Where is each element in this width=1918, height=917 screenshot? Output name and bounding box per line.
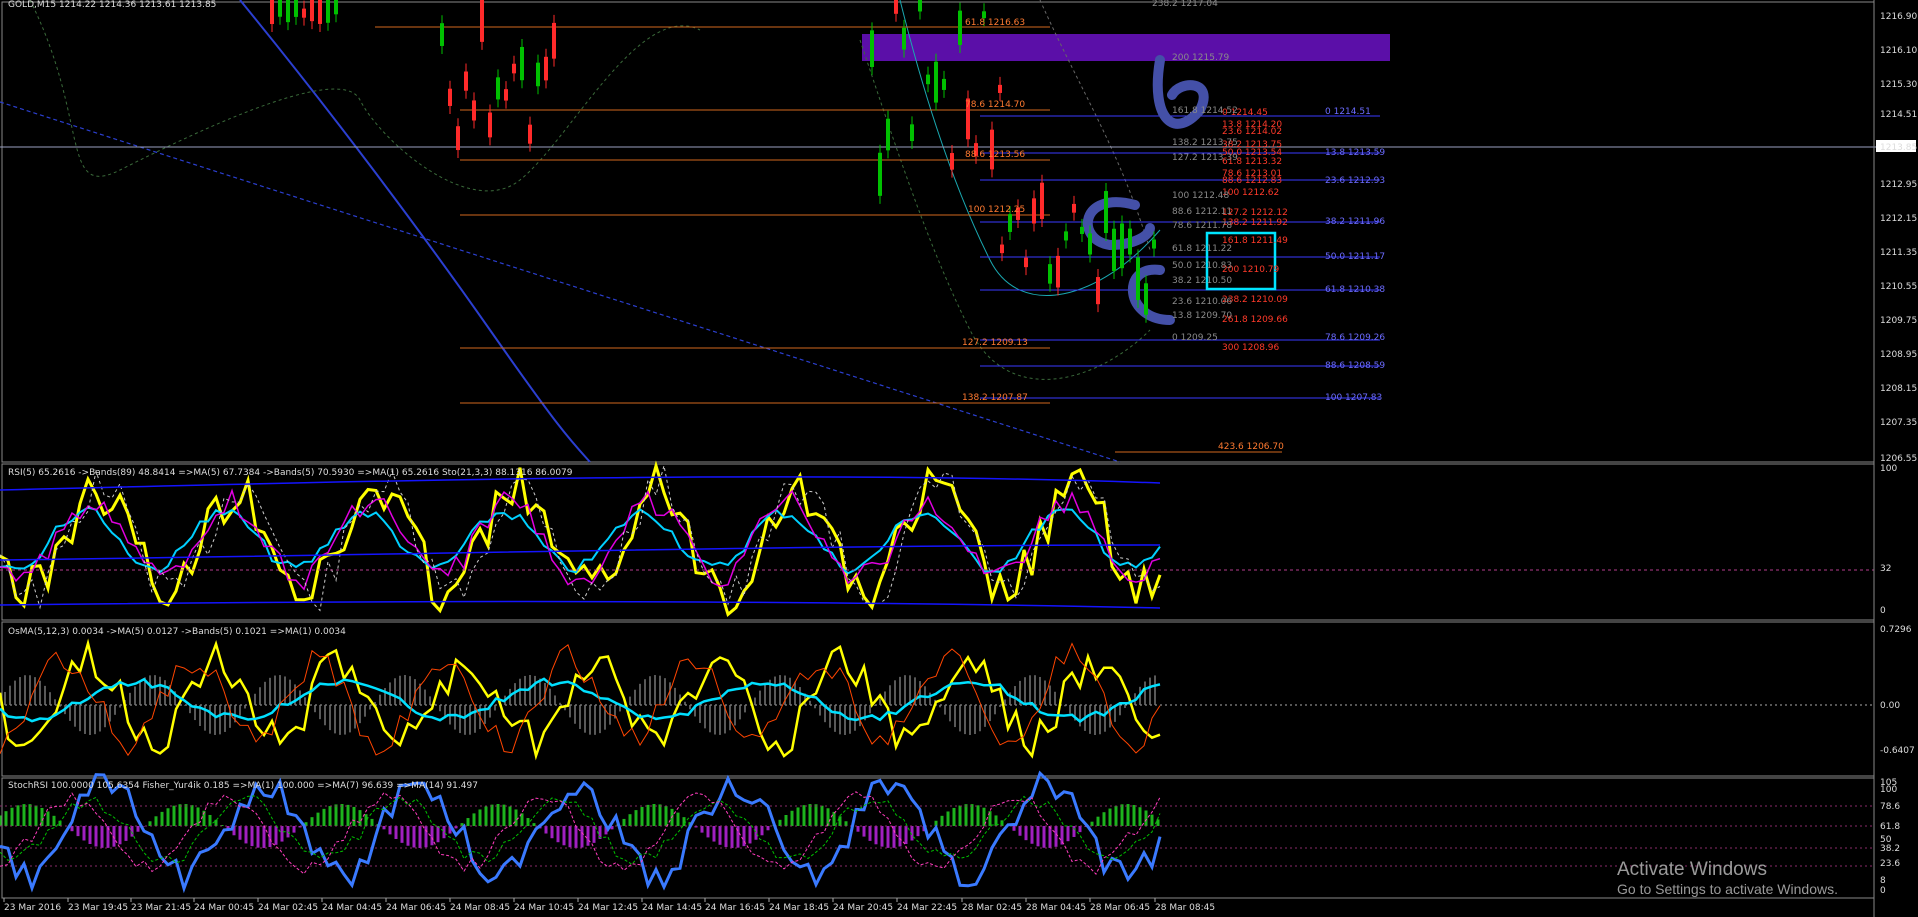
red-fib-label: 100 1212.62	[1222, 188, 1279, 198]
gray-fib-label: 38.2 1210.50	[1172, 276, 1232, 286]
price-tick-label: 1212.15	[1880, 214, 1917, 224]
time-tick-label: 24 Mar 14:45	[642, 903, 702, 913]
fisher-title: StochRSI 100.0000 105.6354 Fisher_Yur4ik…	[8, 781, 478, 791]
blue-fib-label: 61.8 1210.38	[1325, 285, 1385, 295]
time-tick-label: 24 Mar 16:45	[705, 903, 765, 913]
blue-fib-label: 50.0 1211.17	[1325, 252, 1385, 262]
time-tick-label: 24 Mar 08:45	[450, 903, 510, 913]
rsi-lines	[0, 460, 1874, 618]
rsi-title: RSI(5) 65.2616 ->Bands(89) 48.8414 =>MA(…	[8, 468, 573, 478]
fib-labels: 61.8 1216.63 78.6 1214.70 88.6 1213.56 100 …	[962, 0, 1385, 452]
price-tick-label: 1213.85	[1880, 143, 1917, 153]
osma-axis-label: 0.7296	[1880, 625, 1912, 635]
orange-fib-label: 423.6 1206.70	[1218, 442, 1284, 452]
price-tick-label: 1216.90	[1880, 12, 1917, 22]
fisher-axis-label: 100	[1880, 785, 1897, 795]
time-axis: 23 Mar 2016 23 Mar 19:45 23 Mar 21:45 24 Ma…	[3, 898, 1215, 913]
annotation-letter-a	[1082, 197, 1155, 251]
time-tick-label: 24 Mar 12:45	[578, 903, 638, 913]
price-tick-label: 1208.15	[1880, 384, 1917, 394]
fisher-axis-label: 38.2	[1880, 844, 1900, 854]
envelope-upper	[29, 0, 701, 192]
orange-fib-label: 78.6 1214.70	[965, 100, 1025, 110]
price-tick-label: 1215.30	[1880, 80, 1917, 90]
orange-fib-label: 61.8 1216.63	[965, 18, 1025, 28]
gray-fib-label: 100 1212.48	[1172, 191, 1230, 201]
fisher-axis-label: 8	[1880, 876, 1886, 886]
rsi-axis-label: 100	[1880, 464, 1897, 474]
price-tick-label: 1208.95	[1880, 350, 1917, 360]
blue-fib-label: 13.8 1213.59	[1325, 148, 1385, 158]
gray-fib-label: 200 1215.79	[1172, 53, 1230, 63]
blue-fib-label: 78.6 1209.26	[1325, 333, 1385, 343]
red-fib-label: 23.6 1214.02	[1222, 127, 1282, 137]
osma-lines	[0, 638, 1874, 761]
price-tick-label: 1211.35	[1880, 248, 1917, 258]
time-tick-label: 23 Mar 19:45	[68, 903, 128, 913]
osma-panel	[1, 621, 1875, 777]
price-tick-label: 1206.55	[1880, 454, 1917, 464]
price-tick-label: 1207.35	[1880, 418, 1917, 428]
oscillator-axes: 1003200.72960.00-0.640710510078.661.8503…	[1880, 464, 1915, 896]
orange-fib-label: 127.2 1209.13	[962, 338, 1028, 348]
price-tick-label: 1209.75	[1880, 316, 1917, 326]
gray-fib-label: 13.8 1209.70	[1172, 311, 1232, 321]
price-tick-label: 1210.55	[1880, 282, 1917, 292]
symbol-header: GOLD,M15 1214.22 1214.36 1213.61 1213.85	[8, 0, 216, 10]
osma-title: OsMA(5,12,3) 0.0034 ->MA(5) 0.0127 ->Ban…	[8, 627, 346, 637]
time-tick-label: 24 Mar 20:45	[833, 903, 893, 913]
time-tick-label: 23 Mar 21:45	[131, 903, 191, 913]
blue-fib-label: 0 1214.51	[1325, 107, 1371, 117]
osma-axis-label: -0.6407	[1880, 746, 1915, 756]
time-tick-label: 24 Mar 10:45	[514, 903, 574, 913]
gray-fib-label: 88.6 1212.11	[1172, 207, 1232, 217]
rsi-axis-label: 0	[1880, 606, 1886, 616]
time-tick-label: 28 Mar 04:45	[1026, 903, 1086, 913]
fisher-axis-label: 78.6	[1880, 802, 1900, 812]
price-tick-label: 1214.51	[1880, 110, 1917, 120]
fisher-axis-label: 23.6	[1880, 859, 1900, 869]
trading-chart[interactable]: 61.8 1216.63 78.6 1214.70 88.6 1213.56 100 …	[0, 0, 1918, 917]
gray-fib-label: 23.6 1210.06	[1172, 297, 1232, 307]
time-tick-label: 24 Mar 22:45	[897, 903, 957, 913]
blue-fib-label: 23.6 1212.93	[1325, 176, 1385, 186]
time-tick-label: 24 Mar 02:45	[258, 903, 318, 913]
time-tick-label: 28 Mar 08:45	[1155, 903, 1215, 913]
blue-fib-label: 100 1207.83	[1325, 393, 1382, 403]
gray-fib-label: 138.2 1213.75	[1172, 138, 1238, 148]
orange-fib-label: 100 1212.25	[968, 205, 1025, 215]
orange-fib-label: 88.6 1213.56	[965, 150, 1025, 160]
gray-fib-label: 161.8 1214.52	[1172, 106, 1238, 116]
osma-axis-label: 0.00	[1880, 701, 1900, 711]
gray-fib-label: 78.6 1211.78	[1172, 221, 1232, 231]
time-tick-label: 23 Mar 2016	[4, 903, 61, 913]
rsi-axis-label: 32	[1880, 564, 1891, 574]
red-fib-label: 300 1208.96	[1222, 343, 1280, 353]
fisher-axis-label: 61.8	[1880, 822, 1900, 832]
gray-fib-label: 0 1209.25	[1172, 333, 1218, 343]
time-tick-label: 24 Mar 00:45	[194, 903, 254, 913]
time-tick-label: 24 Mar 18:45	[769, 903, 829, 913]
red-fib-label: 88.6 1212.83	[1222, 176, 1282, 186]
windows-activation-watermark: Activate Windows Go to Settings to activ…	[1617, 859, 1838, 897]
price-tick-label: 1212.95	[1880, 180, 1917, 190]
gray-fib-label: 127.2 1213.39	[1172, 153, 1238, 163]
time-tick-label: 28 Mar 02:45	[962, 903, 1022, 913]
gray-fib-label: 238.2 1217.04	[1152, 0, 1218, 9]
gray-fib-label: 61.8 1211.22	[1172, 244, 1232, 254]
time-tick-label: 24 Mar 04:45	[322, 903, 382, 913]
resistance-zone[interactable]	[862, 34, 1390, 61]
blue-fib-label: 38.2 1211.96	[1325, 217, 1385, 227]
time-tick-label: 28 Mar 06:45	[1090, 903, 1150, 913]
price-tick-label: 1216.10	[1880, 46, 1917, 56]
fisher-axis-label: 0	[1880, 886, 1886, 896]
orange-fib-label: 138.2 1207.87	[962, 393, 1028, 403]
time-tick-label: 24 Mar 06:45	[386, 903, 446, 913]
gray-fib-label: 50.0 1210.83	[1172, 261, 1232, 271]
blue-fib-label: 88.6 1208.59	[1325, 361, 1385, 371]
rsi-panel	[1, 463, 1875, 621]
